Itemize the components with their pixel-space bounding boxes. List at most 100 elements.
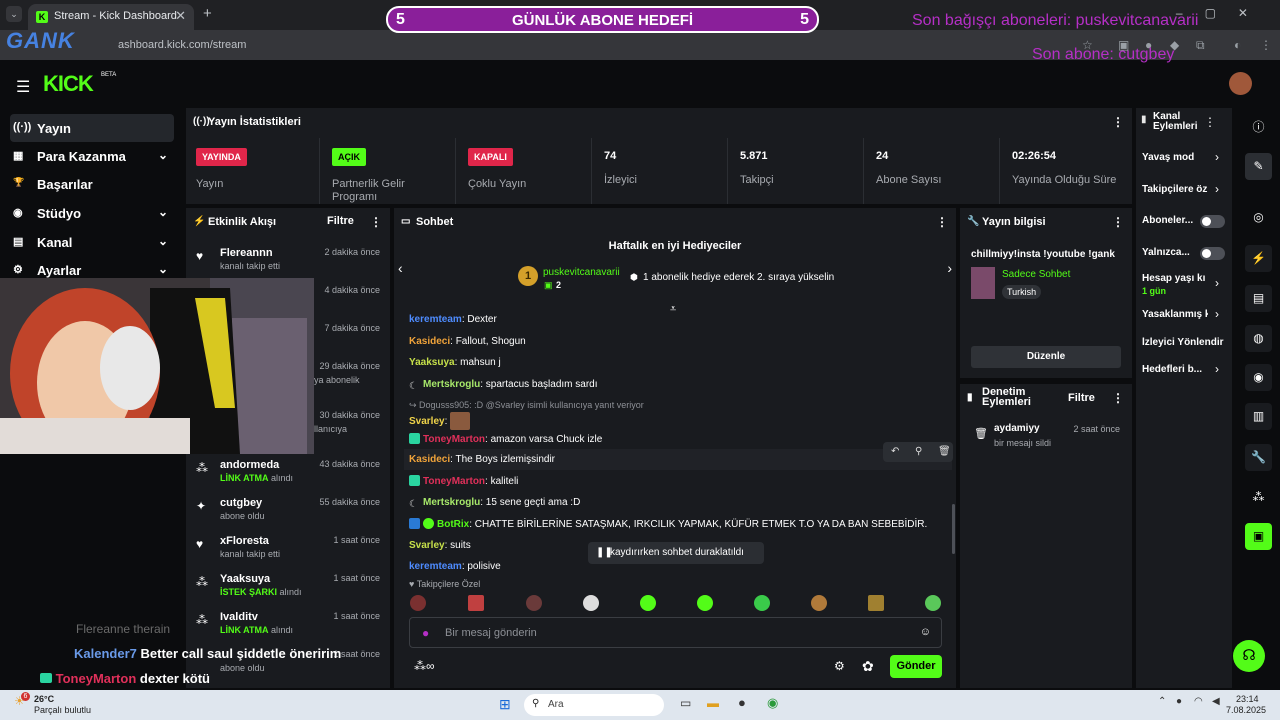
broadcast-icon[interactable]: ◉: [1245, 364, 1272, 391]
camera-icon[interactable]: ◎: [1245, 204, 1272, 231]
account-age-mode[interactable]: Hesap yaşı kı: [1142, 273, 1208, 284]
chat-paused-notice[interactable]: ❚❚ kaydırırken sohbet duraklatıldı: [588, 542, 764, 564]
emote-button[interactable]: [754, 595, 770, 611]
filter-button[interactable]: Filtre: [1068, 392, 1095, 404]
filter-button[interactable]: Filtre: [327, 215, 354, 227]
emote-button[interactable]: [583, 595, 599, 611]
support-headset-icon[interactable]: ☊: [1233, 640, 1265, 672]
info-icon[interactable]: ⓘ: [1245, 114, 1272, 141]
edit-stream-button[interactable]: Düzenle: [971, 346, 1121, 368]
category-name[interactable]: Sadece Sohbet: [1002, 269, 1070, 280]
chat-input[interactable]: ● Bir mesaj gönderin ☺: [409, 617, 942, 648]
app-icon[interactable]: ●: [738, 695, 746, 710]
chat-username[interactable]: Kasideci: [409, 454, 450, 465]
clock-time[interactable]: 23:14: [1236, 694, 1259, 704]
nav-item-studyo[interactable]: ◉ Stüdyo ⌄: [10, 199, 174, 227]
tray-chevron-icon[interactable]: ⌃: [1158, 696, 1166, 707]
mic-icon[interactable]: ●: [1176, 696, 1182, 707]
chat-username[interactable]: Yaaksuya: [409, 357, 455, 368]
more-icon[interactable]: ⋮: [1112, 115, 1124, 129]
emote-only-toggle[interactable]: [1200, 247, 1225, 260]
emote-button[interactable]: [925, 595, 941, 611]
menu-icon[interactable]: ☰: [16, 77, 30, 97]
feed-user[interactable]: Ivalditv: [220, 611, 258, 623]
extensions-puzzle-icon[interactable]: ⧉: [1196, 38, 1205, 53]
task-view-icon[interactable]: ▭: [680, 696, 691, 710]
emote-button[interactable]: [697, 595, 713, 611]
clock-date[interactable]: 7.08.2025: [1226, 705, 1266, 715]
more-icon[interactable]: ⋮: [936, 215, 948, 229]
mod-user[interactable]: aydamiyy: [994, 423, 1040, 434]
kick-logo[interactable]: KICK: [43, 71, 94, 97]
wrench-icon[interactable]: 🔧: [1245, 444, 1272, 471]
tab-search-button[interactable]: ⌄: [6, 6, 22, 22]
emote-button[interactable]: [468, 595, 484, 611]
emote-button[interactable]: [640, 595, 656, 611]
feed-user[interactable]: andormeda: [220, 459, 279, 471]
banned-words[interactable]: Yasaklanmış k: [1142, 309, 1208, 320]
chat-username[interactable]: Mertskroglu: [423, 379, 480, 390]
feed-user[interactable]: cutgbey: [220, 497, 262, 509]
nav-item-para-kazanma[interactable]: ▦ Para Kazanma ⌄: [10, 142, 174, 170]
mic-icon[interactable]: ●: [422, 626, 429, 640]
chat-bubble-icon[interactable]: ◍: [1245, 325, 1272, 352]
lightning-icon[interactable]: ⚡: [1245, 245, 1272, 272]
chevron-right-icon[interactable]: ›: [947, 260, 952, 276]
layout-icon[interactable]: ▥: [1245, 403, 1272, 430]
followers-only-mode[interactable]: Takipçilere öz: [1142, 184, 1222, 195]
document-icon[interactable]: ▤: [1245, 285, 1272, 312]
chat-username[interactable]: Svarley: [409, 416, 445, 427]
kick-points-icon[interactable]: ⁂∞: [414, 659, 435, 673]
chat-mod-icon[interactable]: ✿: [862, 658, 874, 675]
feed-user[interactable]: Flereannn: [220, 247, 273, 259]
new-tab-button[interactable]: +: [203, 5, 212, 22]
emote-button[interactable]: [811, 595, 827, 611]
slow-mode[interactable]: Yavaş mod: [1142, 152, 1226, 163]
wifi-icon[interactable]: ◠: [1194, 696, 1203, 707]
subs-only-toggle[interactable]: [1200, 215, 1225, 228]
pin-icon[interactable]: ⚲: [915, 446, 922, 457]
chat-settings-icon[interactable]: ⚙: [834, 659, 845, 673]
chat-username[interactable]: Mertskroglu: [423, 497, 480, 508]
volume-icon[interactable]: ◀: [1212, 696, 1220, 707]
more-icon[interactable]: ⋮: [370, 215, 382, 229]
browser-tab[interactable]: K Stream - Kick Dashboard ✕: [28, 4, 194, 30]
nav-item-yayin[interactable]: ((·)) Yayın: [10, 114, 174, 142]
reply-icon[interactable]: ↶: [891, 446, 899, 457]
chevron-right-icon[interactable]: ›: [1215, 307, 1219, 321]
chevron-right-icon[interactable]: ›: [1215, 150, 1219, 164]
chrome-icon[interactable]: ◉: [767, 695, 778, 711]
emoji-picker-icon[interactable]: ☺: [920, 626, 931, 638]
chevron-right-icon[interactable]: ›: [1215, 276, 1219, 290]
close-tab-icon[interactable]: ✕: [175, 8, 186, 24]
nav-item-basarilar[interactable]: 🏆 Başarılar: [10, 170, 174, 198]
profile-icon[interactable]: ◐: [1234, 38, 1241, 52]
chevron-right-icon[interactable]: ›: [1215, 182, 1219, 196]
reply-preview[interactable]: ↪ Dogusss905: :D @Svarley isimli kullanı…: [409, 400, 644, 411]
kick-points-icon[interactable]: ⁂: [1245, 484, 1272, 511]
app-icon[interactable]: ▣: [1245, 523, 1272, 550]
collapse-banner-icon[interactable]: ⩡: [670, 303, 676, 316]
taskbar-search[interactable]: ⚲ Ara: [524, 694, 664, 716]
more-icon[interactable]: ⋮: [1112, 391, 1124, 405]
chat-username[interactable]: ToneyMarton: [423, 476, 485, 487]
emote-button[interactable]: [526, 595, 542, 611]
url-field[interactable]: ashboard.kick.com/stream: [118, 39, 246, 51]
more-icon[interactable]: ⋮: [1112, 215, 1124, 229]
chat-username[interactable]: BotRix: [437, 519, 469, 530]
chevron-right-icon[interactable]: ›: [1215, 362, 1219, 376]
chat-scrollbar[interactable]: [952, 504, 955, 554]
emote-button[interactable]: [868, 595, 884, 611]
send-button[interactable]: Gönder: [890, 655, 942, 678]
nav-item-kanal[interactable]: ▤ Kanal ⌄: [10, 228, 174, 256]
windows-start-icon[interactable]: ⊞: [499, 696, 511, 713]
feed-user[interactable]: Yaaksuya: [220, 573, 270, 585]
emote-button[interactable]: [410, 595, 426, 611]
goals[interactable]: Hedefleri b...: [1142, 364, 1208, 375]
file-explorer-icon[interactable]: ▬: [707, 696, 719, 710]
feed-user[interactable]: xFloresta: [220, 535, 269, 547]
chevron-left-icon[interactable]: ‹: [398, 260, 403, 276]
chat-username[interactable]: keremteam: [409, 314, 462, 325]
delete-icon[interactable]: 🗑: [938, 446, 951, 457]
chat-username[interactable]: keremteam: [409, 561, 462, 572]
